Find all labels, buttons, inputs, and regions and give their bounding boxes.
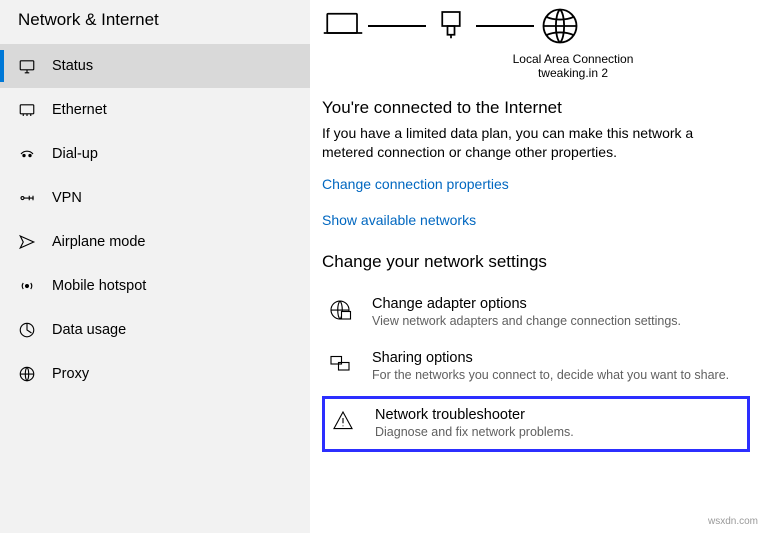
sidebar-item-dialup[interactable]: Dial-up (0, 132, 310, 176)
sidebar-item-ethernet[interactable]: Ethernet (0, 88, 310, 132)
diagram-line (368, 25, 426, 27)
vpn-icon (18, 189, 36, 207)
setting-sub: View network adapters and change connect… (372, 314, 764, 328)
sidebar-item-label: Status (52, 58, 93, 74)
sidebar-items: Status Ethernet Dial-up VPN Airplane mod… (0, 44, 310, 396)
setting-sub: For the networks you connect to, decide … (372, 368, 764, 382)
data-usage-icon (18, 321, 36, 339)
computer-node (322, 5, 364, 47)
ethernet-icon (18, 101, 36, 119)
change-connection-properties-link[interactable]: Change connection properties (322, 176, 764, 192)
setting-adapter-options[interactable]: Change adapter options View network adap… (322, 288, 764, 342)
show-available-networks-link[interactable]: Show available networks (322, 212, 764, 228)
sidebar-item-label: Proxy (52, 366, 89, 382)
dialup-icon (18, 145, 36, 163)
setting-text: Network troubleshooter Diagnose and fix … (375, 407, 737, 439)
setting-sub: Diagnose and fix network problems. (375, 425, 737, 439)
settings-heading: Change your network settings (322, 252, 764, 272)
setting-text: Change adapter options View network adap… (372, 296, 764, 328)
sidebar-item-label: Mobile hotspot (52, 278, 146, 294)
troubleshooter-icon (331, 409, 355, 433)
watermark: wsxdn.com (708, 516, 758, 527)
setting-text: Sharing options For the networks you con… (372, 350, 764, 382)
sidebar-item-status[interactable]: Status (0, 44, 310, 88)
sidebar-item-label: Dial-up (52, 146, 98, 162)
sidebar-item-label: Data usage (52, 322, 126, 338)
sharing-icon (328, 352, 352, 376)
airplane-icon (18, 233, 36, 251)
sidebar-item-label: Ethernet (52, 102, 107, 118)
proxy-icon (18, 365, 36, 383)
setting-title: Network troubleshooter (375, 407, 737, 423)
diagram-caption-2: tweaking.in 2 (382, 66, 764, 80)
setting-title: Sharing options (372, 350, 764, 366)
sidebar-item-airplane[interactable]: Airplane mode (0, 220, 310, 264)
status-heading: You're connected to the Internet (322, 98, 764, 118)
diagram-caption-1: Local Area Connection (382, 52, 764, 66)
router-node (430, 5, 472, 47)
sidebar-title: Network & Internet (0, 5, 310, 44)
adapter-icon (328, 298, 352, 322)
sidebar-item-label: Airplane mode (52, 234, 146, 250)
status-icon (18, 57, 36, 75)
setting-sharing-options[interactable]: Sharing options For the networks you con… (322, 342, 764, 396)
setting-title: Change adapter options (372, 296, 764, 312)
sidebar-item-proxy[interactable]: Proxy (0, 352, 310, 396)
setting-network-troubleshooter[interactable]: Network troubleshooter Diagnose and fix … (322, 396, 750, 452)
network-diagram (322, 4, 764, 48)
hotspot-icon (18, 277, 36, 295)
globe-node (538, 4, 582, 48)
sidebar: Network & Internet Status Ethernet Dial-… (0, 0, 310, 533)
sidebar-item-label: VPN (52, 190, 82, 206)
sidebar-item-datausage[interactable]: Data usage (0, 308, 310, 352)
status-description: If you have a limited data plan, you can… (322, 124, 722, 162)
sidebar-item-vpn[interactable]: VPN (0, 176, 310, 220)
diagram-line (476, 25, 534, 27)
sidebar-item-hotspot[interactable]: Mobile hotspot (0, 264, 310, 308)
diagram-caption: Local Area Connection tweaking.in 2 (382, 52, 764, 80)
content: Local Area Connection tweaking.in 2 You'… (310, 0, 764, 533)
